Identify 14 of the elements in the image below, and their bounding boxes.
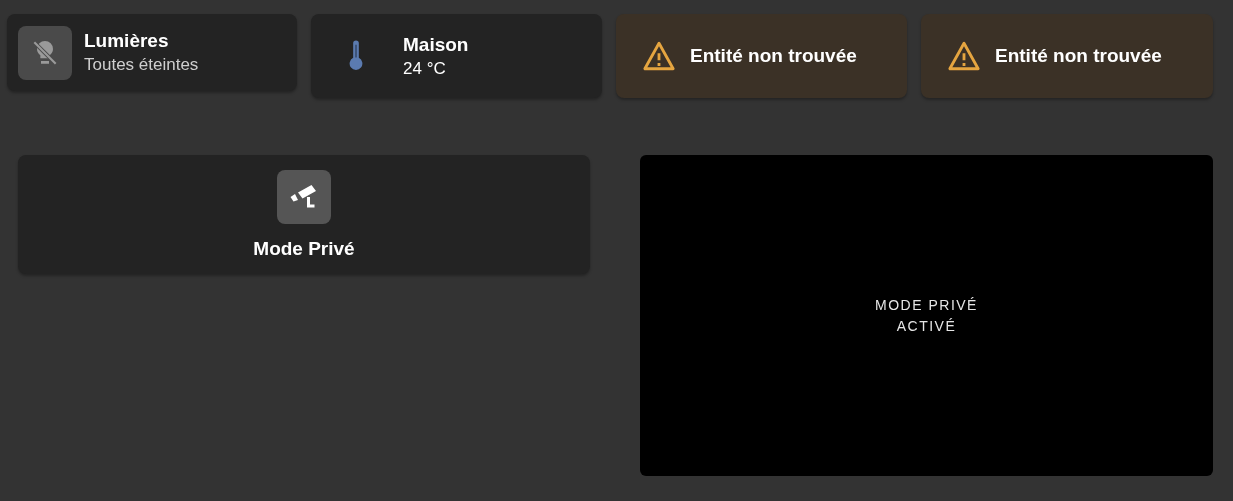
sensor-card[interactable]: Maison 24 °C: [311, 14, 602, 98]
privacy-message: MODE PRIVÉ: [875, 297, 978, 313]
lights-card[interactable]: Lumières Toutes éteintes: [7, 14, 297, 91]
privacy-mode-card[interactable]: Mode Privé: [18, 155, 590, 274]
tile-name: Mode Privé: [253, 237, 355, 260]
entity-state: 24 °C: [403, 58, 447, 79]
entity-state: Toutes éteintes: [84, 55, 199, 75]
entity-name: Lumières: [84, 30, 170, 52]
warning-icon: [642, 39, 676, 73]
entity-name: Maison: [403, 33, 469, 56]
warning-text: Entité non trouvée: [690, 45, 857, 67]
warning-text: Entité non trouvée: [995, 45, 1162, 67]
warning-icon: [947, 39, 981, 73]
privacy-message: ACTIVÉ: [896, 318, 957, 334]
